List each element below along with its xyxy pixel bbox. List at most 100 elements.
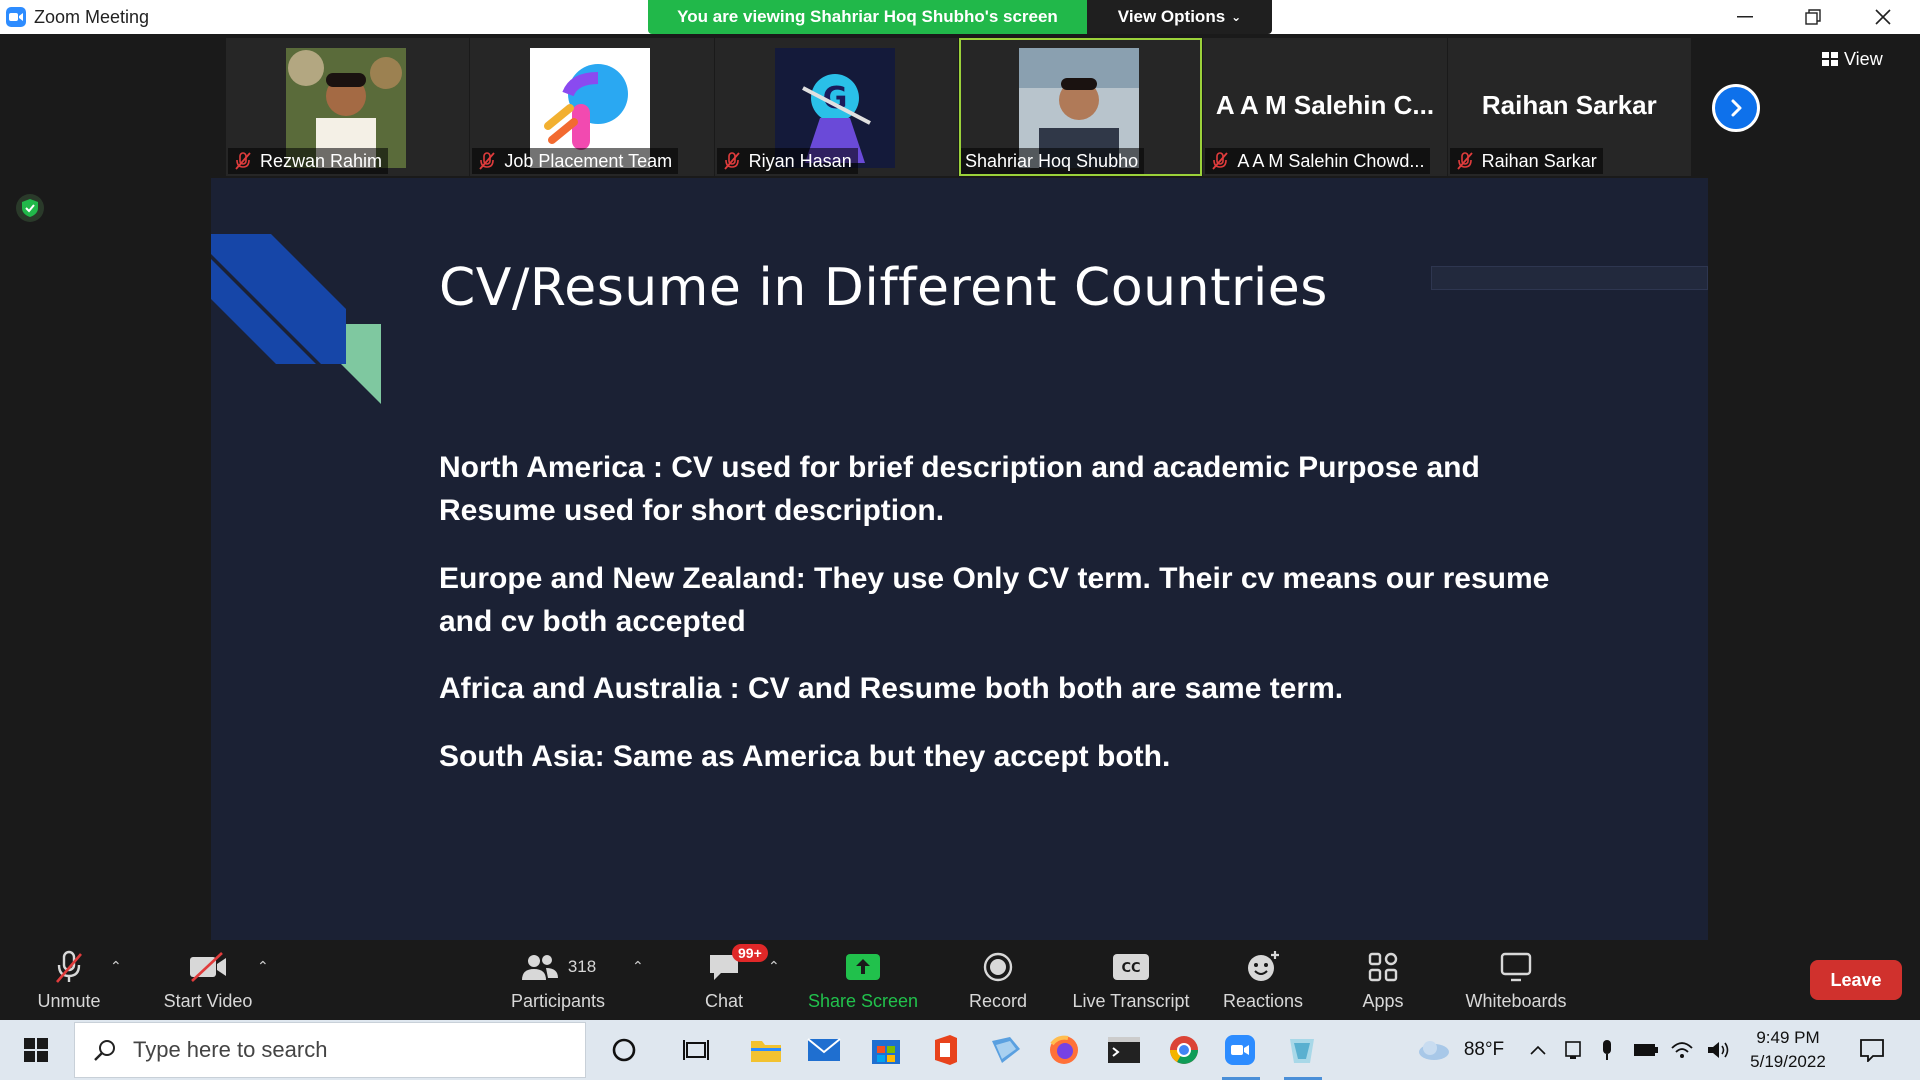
participant-strip: Rezwan Rahim Job Placement Team G Riyan … [226, 38, 1692, 176]
task-view-icon[interactable] [676, 1020, 716, 1080]
minimize-button[interactable] [1710, 0, 1780, 34]
device-icon[interactable] [1560, 1020, 1586, 1080]
svg-text:CC: CC [1121, 961, 1140, 976]
participant-tile[interactable]: G Riyan Hasan [714, 38, 958, 176]
leave-button[interactable]: Leave [1810, 960, 1902, 1000]
whiteboard-icon [1499, 947, 1533, 987]
share-screen-button[interactable]: Share Screen [808, 940, 918, 1020]
clock-date: 5/19/2022 [1750, 1052, 1826, 1071]
start-video-button[interactable]: Start Video [158, 940, 258, 1020]
chevron-down-icon: ⌄ [1231, 10, 1242, 24]
participant-name: A A M Salehin Chowd... [1205, 148, 1431, 174]
next-page-button[interactable] [1712, 84, 1760, 132]
participant-tile[interactable]: Rezwan Rahim [226, 38, 470, 176]
office-icon[interactable] [926, 1020, 966, 1080]
closed-caption-icon: CC [1112, 947, 1150, 987]
chat-options-caret[interactable]: ⌃ [768, 958, 780, 975]
apps-icon [1367, 947, 1399, 987]
muted-mic-icon [723, 152, 740, 170]
slide-title: CV/Resume in Different Countries [439, 258, 1328, 318]
participants-icon: 318 [520, 947, 596, 987]
clock[interactable]: 9:49 PM 5/19/2022 [1740, 1026, 1836, 1074]
audio-options-caret[interactable]: ⌃ [110, 958, 122, 975]
participant-display-name: Raihan Sarkar [1481, 90, 1657, 120]
participant-name: Raihan Sarkar [1449, 148, 1603, 174]
taskbar-search-box[interactable]: Type here to search [74, 1022, 586, 1078]
zoom-taskbar-icon[interactable] [1220, 1020, 1260, 1080]
view-button[interactable]: View [1822, 44, 1883, 74]
chevron-right-icon [1731, 99, 1742, 117]
presenter-toolbar [1431, 266, 1708, 290]
reactions-button[interactable]: Reactions [1218, 940, 1308, 1020]
terminal-icon[interactable] [1104, 1020, 1144, 1080]
participants-button[interactable]: 318 Participants [508, 940, 608, 1020]
slide-paragraph: South Asia: Same as America but they acc… [439, 740, 1171, 773]
participant-display-name: A A M Salehin C... [1215, 90, 1435, 120]
temperature: 88°F [1463, 1039, 1505, 1060]
video-options-caret[interactable]: ⌃ [257, 958, 269, 975]
record-button[interactable]: Record [958, 940, 1038, 1020]
slide-paragraph: Africa and Australia : CV and Resume bot… [439, 672, 1344, 705]
slide-paragraph: Europe and New Zealand: They use Only CV… [439, 562, 1550, 638]
security-shield-icon[interactable] [16, 194, 44, 222]
file-explorer-icon[interactable] [746, 1020, 786, 1080]
participant-name: Riyan Hasan [716, 148, 858, 174]
participants-count: 318 [567, 957, 597, 976]
chat-unread-badge: 99+ [732, 944, 768, 962]
weather-icon[interactable] [1414, 1020, 1454, 1080]
meeting-area: Rezwan Rahim Job Placement Team G Riyan … [0, 34, 1920, 940]
muted-mic-icon [1456, 152, 1473, 170]
cortana-icon[interactable] [604, 1020, 644, 1080]
chrome-icon[interactable] [1164, 1020, 1204, 1080]
notifications-icon[interactable] [1850, 1020, 1894, 1080]
search-icon [94, 1040, 115, 1061]
search-placeholder: Type here to search [133, 1037, 328, 1062]
app-icon[interactable] [1282, 1020, 1322, 1080]
whiteboards-button[interactable]: Whiteboards [1456, 940, 1576, 1020]
close-button[interactable] [1848, 0, 1918, 34]
battery-icon[interactable] [1632, 1020, 1660, 1080]
restore-button[interactable] [1778, 0, 1848, 34]
app-icon[interactable] [986, 1020, 1026, 1080]
unmute-button[interactable]: Unmute [34, 940, 104, 1020]
store-icon[interactable] [866, 1020, 906, 1080]
smiley-icon [1245, 947, 1281, 987]
microphone-icon[interactable] [1594, 1020, 1620, 1080]
zoom-app-icon [6, 7, 26, 27]
participant-tile-active[interactable]: Shahriar Hoq Shubho [958, 38, 1203, 176]
meeting-toolbar: Unmute ⌃ Start Video ⌃ 318 Participants … [0, 940, 1920, 1020]
video-off-icon [188, 947, 228, 987]
volume-icon[interactable] [1704, 1020, 1732, 1080]
clock-time: 9:49 PM [1756, 1028, 1820, 1047]
muted-mic-icon [479, 152, 496, 170]
windows-taskbar: Type here to search 88°F 9:49 PM 5/19/20… [0, 1020, 1920, 1080]
slide-paragraph: North America : CV used for brief descri… [439, 451, 1480, 527]
firefox-icon[interactable] [1044, 1020, 1084, 1080]
participant-tile[interactable]: A A M Salehin C... A A M Salehin Chowd..… [1203, 38, 1447, 176]
mail-icon[interactable] [804, 1020, 844, 1080]
participant-tile[interactable]: Job Placement Team [470, 38, 714, 176]
slide-decoration [211, 234, 381, 404]
viewing-screen-banner: You are viewing Shahriar Hoq Shubho's sc… [648, 0, 1087, 34]
participants-options-caret[interactable]: ⌃ [632, 958, 644, 975]
record-icon [982, 947, 1014, 987]
participant-name: Job Placement Team [472, 148, 679, 174]
participant-tile[interactable]: Raihan Sarkar Raihan Sarkar [1447, 38, 1691, 176]
view-label: View [1844, 48, 1883, 69]
live-transcript-button[interactable]: CC Live Transcript [1066, 940, 1196, 1020]
grid-icon [1822, 52, 1838, 66]
apps-button[interactable]: Apps [1348, 940, 1418, 1020]
wifi-icon[interactable] [1668, 1020, 1696, 1080]
view-options-button[interactable]: View Options ⌄ [1087, 0, 1272, 34]
view-options-label: View Options [1117, 7, 1226, 26]
shared-screen-slide: CV/Resume in Different Countries North A… [211, 178, 1708, 940]
windows-start-icon[interactable] [14, 1020, 58, 1080]
tray-chevron-up-icon[interactable] [1526, 1020, 1550, 1080]
muted-mic-icon [235, 152, 251, 170]
participant-name: Shahriar Hoq Shubho [960, 148, 1145, 174]
participant-name: Rezwan Rahim [228, 148, 389, 174]
muted-mic-icon [52, 947, 86, 987]
share-screen-icon [845, 947, 881, 987]
window-title: Zoom Meeting [34, 6, 150, 27]
muted-mic-icon [1212, 152, 1229, 170]
